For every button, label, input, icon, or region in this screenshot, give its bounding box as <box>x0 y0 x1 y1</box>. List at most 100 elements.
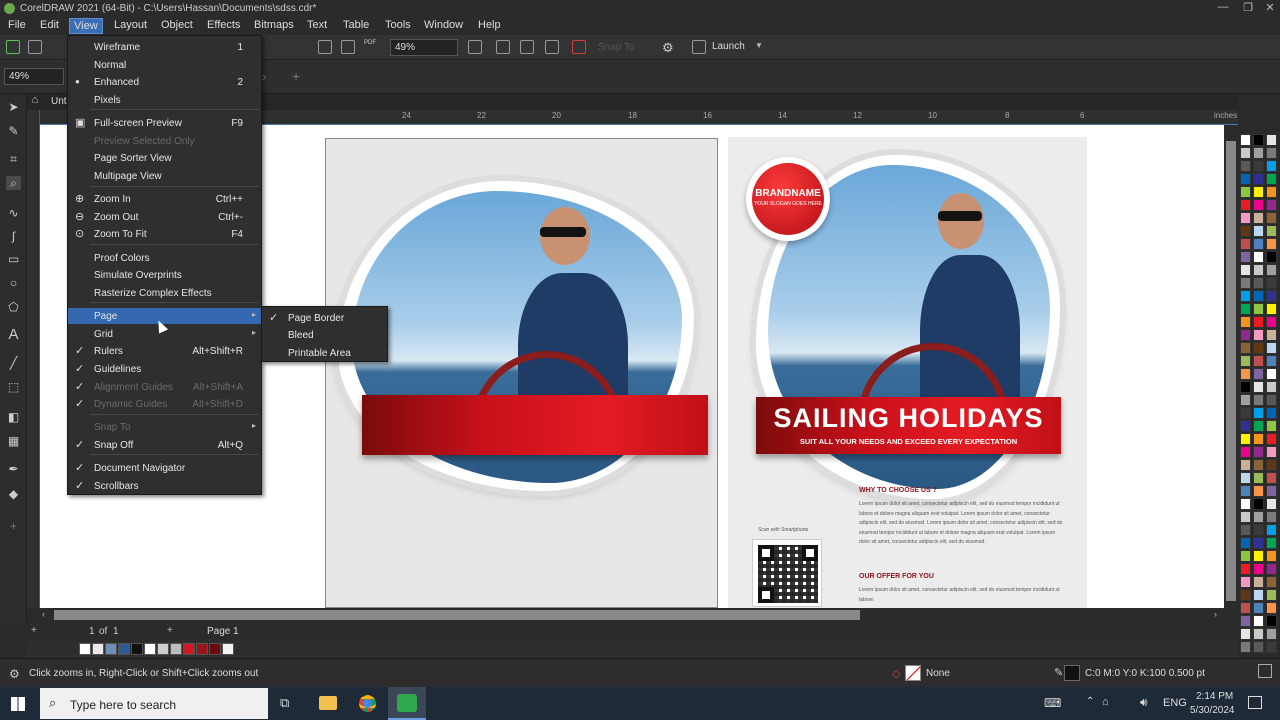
palette-swatch[interactable] <box>1253 277 1264 289</box>
palette-swatch[interactable] <box>1253 355 1264 367</box>
palette-swatch[interactable] <box>1266 446 1277 458</box>
document-palette-swatch[interactable] <box>209 643 221 655</box>
submenu-page-border[interactable]: ✓ Page Border <box>262 310 387 326</box>
launch-dropdown-icon[interactable]: ▼ <box>755 41 763 50</box>
document-palette-swatch[interactable] <box>222 643 234 655</box>
export-icon[interactable] <box>341 40 355 54</box>
transparency-tool-icon[interactable]: ◧ <box>6 410 21 424</box>
palette-swatch[interactable] <box>1253 368 1264 380</box>
palette-swatch[interactable] <box>1240 277 1251 289</box>
palette-swatch[interactable] <box>1266 355 1277 367</box>
palette-swatch[interactable] <box>1253 615 1264 627</box>
palette-swatch[interactable] <box>1266 485 1277 497</box>
menu-effects[interactable]: Effects <box>207 19 240 31</box>
palette-swatch[interactable] <box>1240 329 1251 341</box>
menu-object[interactable]: Object <box>161 19 193 31</box>
menu-tools[interactable]: Tools <box>385 19 411 31</box>
palette-swatch[interactable] <box>1240 342 1251 354</box>
view-menu-wireframe[interactable]: Wireframe 1 <box>68 39 261 55</box>
palette-swatch[interactable] <box>1266 524 1277 536</box>
palette-swatch[interactable] <box>1240 459 1251 471</box>
vertical-scrollbar[interactable] <box>1224 125 1238 608</box>
palette-swatch[interactable] <box>1240 446 1251 458</box>
view-menu-alignment-guides[interactable]: ✓ Alignment Guides Alt+Shift+A <box>68 379 261 395</box>
palette-swatch[interactable] <box>1266 394 1277 406</box>
outline-swatch[interactable] <box>1064 665 1080 681</box>
palette-swatch[interactable] <box>1266 251 1277 263</box>
full-screen-icon[interactable] <box>468 40 482 54</box>
zoom-level-select[interactable]: 49% <box>390 39 458 56</box>
palette-swatch[interactable] <box>1253 446 1264 458</box>
fill-tool-icon[interactable]: ◆ <box>6 487 21 501</box>
palette-swatch[interactable] <box>1266 329 1277 341</box>
view-menu-guidelines[interactable]: ✓ Guidelines <box>68 361 261 377</box>
palette-swatch[interactable] <box>1266 186 1277 198</box>
pdf-icon[interactable]: PDF <box>364 40 378 54</box>
palette-swatch[interactable] <box>1240 290 1251 302</box>
page-left[interactable] <box>325 138 718 608</box>
palette-swatch[interactable] <box>1240 576 1251 588</box>
document-palette-swatch[interactable] <box>131 643 143 655</box>
snap-to-label[interactable]: Snap To <box>598 42 635 53</box>
eyedropper-tool-icon[interactable]: ✒ <box>6 462 21 476</box>
palette-swatch[interactable] <box>1266 407 1277 419</box>
palette-swatch[interactable] <box>1240 381 1251 393</box>
view-menu-multipage-view[interactable]: Multipage View <box>68 168 261 184</box>
palette-swatch[interactable] <box>1266 173 1277 185</box>
palette-swatch[interactable] <box>1253 433 1264 445</box>
palette-swatch[interactable] <box>1266 368 1277 380</box>
new-document-icon[interactable] <box>6 40 20 54</box>
palette-swatch[interactable] <box>1266 472 1277 484</box>
palette-swatch[interactable] <box>1266 563 1277 575</box>
launch-icon[interactable] <box>692 40 706 54</box>
palette-swatch[interactable] <box>1240 355 1251 367</box>
palette-swatch[interactable] <box>1266 576 1277 588</box>
file-explorer-icon[interactable] <box>319 696 337 710</box>
status-expand-icon[interactable] <box>1258 664 1272 678</box>
menu-help[interactable]: Help <box>478 19 501 31</box>
view-menu-snap-to[interactable]: Snap To ▸ <box>68 419 261 435</box>
palette-swatch[interactable] <box>1266 602 1277 614</box>
menu-bitmaps[interactable]: Bitmaps <box>254 19 294 31</box>
palette-swatch[interactable] <box>1240 316 1251 328</box>
palette-swatch[interactable] <box>1266 225 1277 237</box>
palette-swatch[interactable] <box>1240 537 1251 549</box>
palette-swatch[interactable] <box>1253 420 1264 432</box>
palette-swatch[interactable] <box>1240 407 1251 419</box>
pick-tool-icon[interactable]: ➤ <box>6 100 21 114</box>
palette-swatch[interactable] <box>1266 381 1277 393</box>
view-menu-zoom-in[interactable]: ⊕ Zoom In Ctrl++ <box>68 191 261 207</box>
view-menu-rulers[interactable]: ✓ Rulers Alt+Shift+R <box>68 343 261 359</box>
view-menu-zoom-to-fit[interactable]: ⊙ Zoom To Fit F4 <box>68 226 261 242</box>
view-menu-document-navigator[interactable]: ✓ Document Navigator <box>68 460 261 476</box>
palette-swatch[interactable] <box>1240 147 1251 159</box>
palette-swatch[interactable] <box>1253 290 1264 302</box>
palette-swatch[interactable] <box>1253 498 1264 510</box>
palette-swatch[interactable] <box>1266 316 1277 328</box>
palette-swatch[interactable] <box>1266 277 1277 289</box>
tray-overflow-icon[interactable]: ⌃ <box>1086 696 1094 707</box>
palette-swatch[interactable] <box>1266 498 1277 510</box>
document-palette-swatch[interactable] <box>196 643 208 655</box>
pattern-tool-icon[interactable]: ▦ <box>6 434 21 448</box>
ellipse-tool-icon[interactable]: ○ <box>6 276 21 290</box>
palette-swatch[interactable] <box>1253 147 1264 159</box>
gear-icon[interactable]: ⚙ <box>9 667 20 681</box>
dimension-tool-icon[interactable]: ⬚ <box>6 380 21 394</box>
menu-text[interactable]: Text <box>307 19 327 31</box>
palette-swatch[interactable] <box>1266 238 1277 250</box>
menu-edit[interactable]: Edit <box>40 19 59 31</box>
page-right[interactable]: BRANDNAME YOUR SLOGAN GOES HERE SAILING … <box>728 137 1087 608</box>
palette-swatch[interactable] <box>1240 498 1251 510</box>
palette-swatch[interactable] <box>1253 602 1264 614</box>
palette-swatch[interactable] <box>1266 615 1277 627</box>
palette-swatch[interactable] <box>1253 303 1264 315</box>
open-icon[interactable] <box>28 40 42 54</box>
import-icon[interactable] <box>318 40 332 54</box>
snap-icon[interactable] <box>572 40 586 54</box>
polygon-tool-icon[interactable]: ⬠ <box>6 300 21 314</box>
keyboard-icon[interactable]: ⌨ <box>1044 696 1061 710</box>
palette-swatch[interactable] <box>1253 407 1264 419</box>
palette-swatch[interactable] <box>1240 173 1251 185</box>
palette-swatch[interactable] <box>1253 251 1264 263</box>
